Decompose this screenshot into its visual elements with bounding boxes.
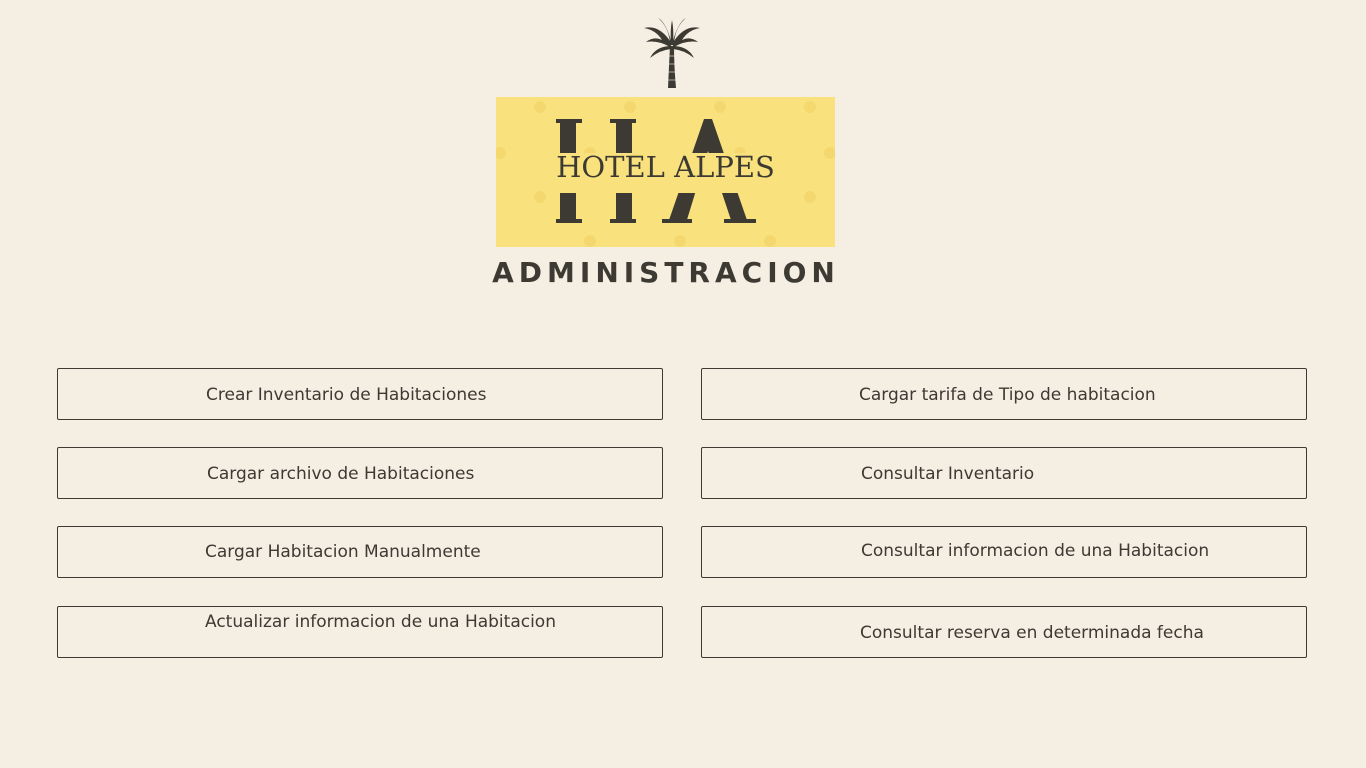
cargar-tarifa-button[interactable]: Cargar tarifa de Tipo de habitacion bbox=[701, 368, 1307, 420]
consultar-habitacion-label: Consultar informacion de una Habitacion bbox=[861, 541, 1210, 561]
actualizar-habitacion-label: Actualizar informacion de una Habitacion bbox=[205, 612, 556, 632]
hotel-logo: HOTEL ALPES bbox=[496, 97, 835, 247]
actualizar-habitacion-button[interactable]: Actualizar informacion de una Habitacion bbox=[57, 606, 663, 658]
crear-inventario-label: Crear Inventario de Habitaciones bbox=[206, 385, 487, 405]
consultar-reserva-button[interactable]: Consultar reserva en determinada fecha bbox=[701, 606, 1307, 658]
hotel-name: HOTEL ALPES bbox=[556, 150, 775, 184]
cargar-manual-label: Cargar Habitacion Manualmente bbox=[205, 542, 481, 562]
palm-tree-icon bbox=[644, 18, 700, 88]
crear-inventario-button[interactable]: Crear Inventario de Habitaciones bbox=[57, 368, 663, 420]
consultar-inventario-button[interactable]: Consultar Inventario bbox=[701, 447, 1307, 499]
cargar-archivo-button[interactable]: Cargar archivo de Habitaciones bbox=[57, 447, 663, 499]
cargar-manual-button[interactable]: Cargar Habitacion Manualmente bbox=[57, 526, 663, 578]
cargar-archivo-label: Cargar archivo de Habitaciones bbox=[207, 464, 475, 484]
page-title: ADMINISTRACION bbox=[492, 256, 840, 289]
cargar-tarifa-label: Cargar tarifa de Tipo de habitacion bbox=[859, 385, 1156, 405]
consultar-inventario-label: Consultar Inventario bbox=[861, 464, 1035, 484]
consultar-reserva-label: Consultar reserva en determinada fecha bbox=[860, 623, 1204, 643]
consultar-habitacion-button[interactable]: Consultar informacion de una Habitacion bbox=[701, 526, 1307, 578]
